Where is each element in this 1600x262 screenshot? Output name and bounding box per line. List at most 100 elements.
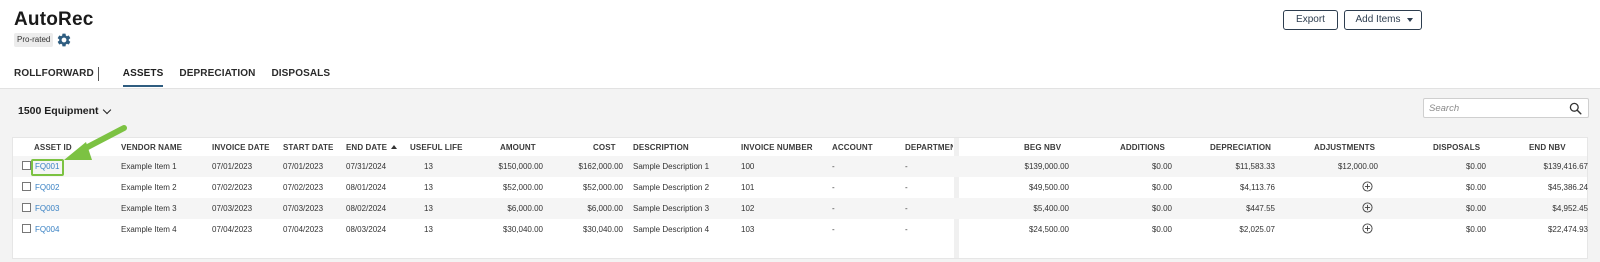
content-area: 1500 Equipment ASSET ID VENDOR NAME INVO…: [0, 88, 1600, 262]
col-header-end-nbv[interactable]: END NBV: [1529, 143, 1566, 152]
tab-depreciation[interactable]: DEPRECIATION: [179, 68, 255, 87]
cell-invoice-date: 07/03/2023: [212, 204, 253, 213]
account-dropdown[interactable]: 1500 Equipment: [18, 105, 111, 117]
cell-disposals: $0.00: [1465, 162, 1486, 171]
search-box: [1423, 98, 1589, 118]
cell-start-date: 07/01/2023: [283, 162, 324, 171]
col-header-cost[interactable]: COST: [593, 143, 616, 152]
cell-end-nbv: $22,474.93: [1547, 225, 1588, 234]
cell-description: Sample Description 4: [633, 225, 710, 234]
asset-id-link[interactable]: FQ003: [35, 204, 59, 213]
cell-account: -: [832, 162, 835, 171]
cell-description: Sample Description 3: [633, 204, 710, 213]
cell-cost: $6,000.00: [587, 204, 623, 213]
cell-beg-nbv: $49,500.00: [1028, 183, 1069, 192]
cell-amount: $6,000.00: [507, 204, 543, 213]
cell-department: -: [905, 225, 908, 234]
tab-disposals[interactable]: DISPOSALS: [271, 68, 330, 87]
col-header-end-date[interactable]: END DATE: [346, 143, 398, 152]
cell-beg-nbv: $5,400.00: [1033, 204, 1069, 213]
tab-assets[interactable]: ASSETS: [122, 68, 164, 87]
cell-disposals: $0.00: [1465, 204, 1486, 213]
cell-end-date: 08/02/2024: [346, 204, 387, 213]
cell-additions: $0.00: [1151, 204, 1172, 213]
cell-depreciation: $2,025.07: [1239, 225, 1275, 234]
cell-account: -: [832, 204, 835, 213]
cell-useful-life: 13: [424, 204, 433, 213]
cell-useful-life: 13: [424, 162, 433, 171]
row-checkbox[interactable]: [22, 224, 31, 233]
cell-additions: $0.00: [1151, 183, 1172, 192]
col-header-account[interactable]: ACCOUNT: [832, 143, 873, 152]
col-header-additions[interactable]: ADDITIONS: [1120, 143, 1165, 152]
col-header-vendor-name[interactable]: VENDOR NAME: [121, 143, 182, 152]
tab-rollforward[interactable]: ROLLFORWARD: [14, 68, 94, 87]
add-items-button[interactable]: Add Items: [1344, 10, 1422, 30]
cell-additions: $0.00: [1151, 162, 1172, 171]
col-header-department[interactable]: DEPARTMEN: [905, 143, 953, 152]
cell-invoice-number: 101: [741, 183, 755, 192]
prorated-badge: Pro-rated: [14, 33, 54, 47]
row-checkbox[interactable]: [22, 203, 31, 212]
cell-depreciation: $4,113.76: [1240, 183, 1275, 192]
cell-useful-life: 13: [424, 183, 433, 192]
col-header-amount[interactable]: AMOUNT: [500, 143, 536, 152]
col-header-start-date[interactable]: START DATE: [283, 143, 333, 152]
cell-end-date: 08/03/2024: [346, 225, 387, 234]
cell-useful-life: 13: [424, 225, 433, 234]
cell-start-date: 07/04/2023: [283, 225, 324, 234]
col-header-invoice-date[interactable]: INVOICE DATE: [212, 143, 270, 152]
add-adjustment-icon[interactable]: [1362, 202, 1373, 213]
cell-cost: $52,000.00: [582, 183, 623, 192]
col-header-useful-life[interactable]: USEFUL LIFE: [410, 143, 463, 152]
row-checkbox[interactable]: [22, 182, 31, 191]
col-header-asset-id[interactable]: ASSET ID: [34, 143, 72, 152]
gear-icon[interactable]: [56, 32, 72, 48]
col-header-depreciation[interactable]: DEPRECIATION: [1210, 143, 1271, 152]
add-adjustment-icon[interactable]: [1362, 223, 1373, 234]
col-header-disposals[interactable]: DISPOSALS: [1433, 143, 1480, 152]
cell-amount: $30,040.00: [502, 225, 543, 234]
cell-beg-nbv: $139,000.00: [1024, 162, 1070, 171]
tab-bar: ROLLFORWARD ASSETS DEPRECIATION DISPOSAL…: [14, 67, 346, 88]
cell-vendor: Example Item 3: [121, 204, 177, 213]
table-row[interactable]: FQ004 Example Item 4 07/04/2023 07/04/20…: [13, 219, 1588, 240]
table-row[interactable]: FQ002 Example Item 2 07/02/2023 07/02/20…: [13, 177, 1588, 198]
assets-table: ASSET ID VENDOR NAME INVOICE DATE START …: [12, 137, 1588, 259]
cell-description: Sample Description 2: [633, 183, 710, 192]
col-header-invoice-number[interactable]: INVOICE NUMBER: [741, 143, 813, 152]
cell-disposals: $0.00: [1465, 183, 1486, 192]
cell-start-date: 07/02/2023: [283, 183, 324, 192]
cell-end-nbv: $4,952.45: [1552, 204, 1588, 213]
cell-end-nbv: $45,386.24: [1547, 183, 1588, 192]
col-header-adjustments[interactable]: ADJUSTMENTS: [1314, 143, 1375, 152]
cell-disposals: $0.00: [1465, 225, 1486, 234]
cell-vendor: Example Item 1: [121, 162, 177, 171]
cell-invoice-date: 07/02/2023: [212, 183, 253, 192]
export-button[interactable]: Export: [1283, 10, 1338, 30]
cell-vendor: Example Item 2: [121, 183, 177, 192]
cell-invoice-number: 100: [741, 162, 755, 171]
table-row[interactable]: FQ003 Example Item 3 07/03/2023 07/03/20…: [13, 198, 1588, 219]
cell-cost: $162,000.00: [578, 162, 624, 171]
table-row[interactable]: FQ001 Example Item 1 07/01/2023 07/01/20…: [13, 156, 1588, 177]
cell-additions: $0.00: [1151, 225, 1172, 234]
cell-invoice-number: 102: [741, 204, 755, 213]
tab-divider: [97, 67, 99, 81]
asset-id-link[interactable]: FQ002: [35, 183, 59, 192]
cell-description: Sample Description 1: [633, 162, 710, 171]
add-adjustment-icon[interactable]: [1362, 181, 1373, 192]
row-checkbox[interactable]: [22, 161, 31, 170]
search-icon[interactable]: [1569, 102, 1582, 115]
cell-cost: $30,040.00: [582, 225, 623, 234]
chevron-down-icon: [102, 105, 111, 114]
col-header-beg-nbv[interactable]: BEG NBV: [1024, 143, 1061, 152]
cell-end-date: 07/31/2024: [346, 162, 387, 171]
asset-id-link[interactable]: FQ004: [35, 225, 59, 234]
cell-end-date: 08/01/2024: [346, 183, 387, 192]
account-dropdown-label: 1500 Equipment: [18, 105, 99, 117]
cell-department: -: [905, 162, 908, 171]
search-input[interactable]: [1429, 101, 1559, 116]
cell-adjustments[interactable]: $12,000.00: [1283, 162, 1378, 171]
col-header-description[interactable]: DESCRIPTION: [633, 143, 689, 152]
